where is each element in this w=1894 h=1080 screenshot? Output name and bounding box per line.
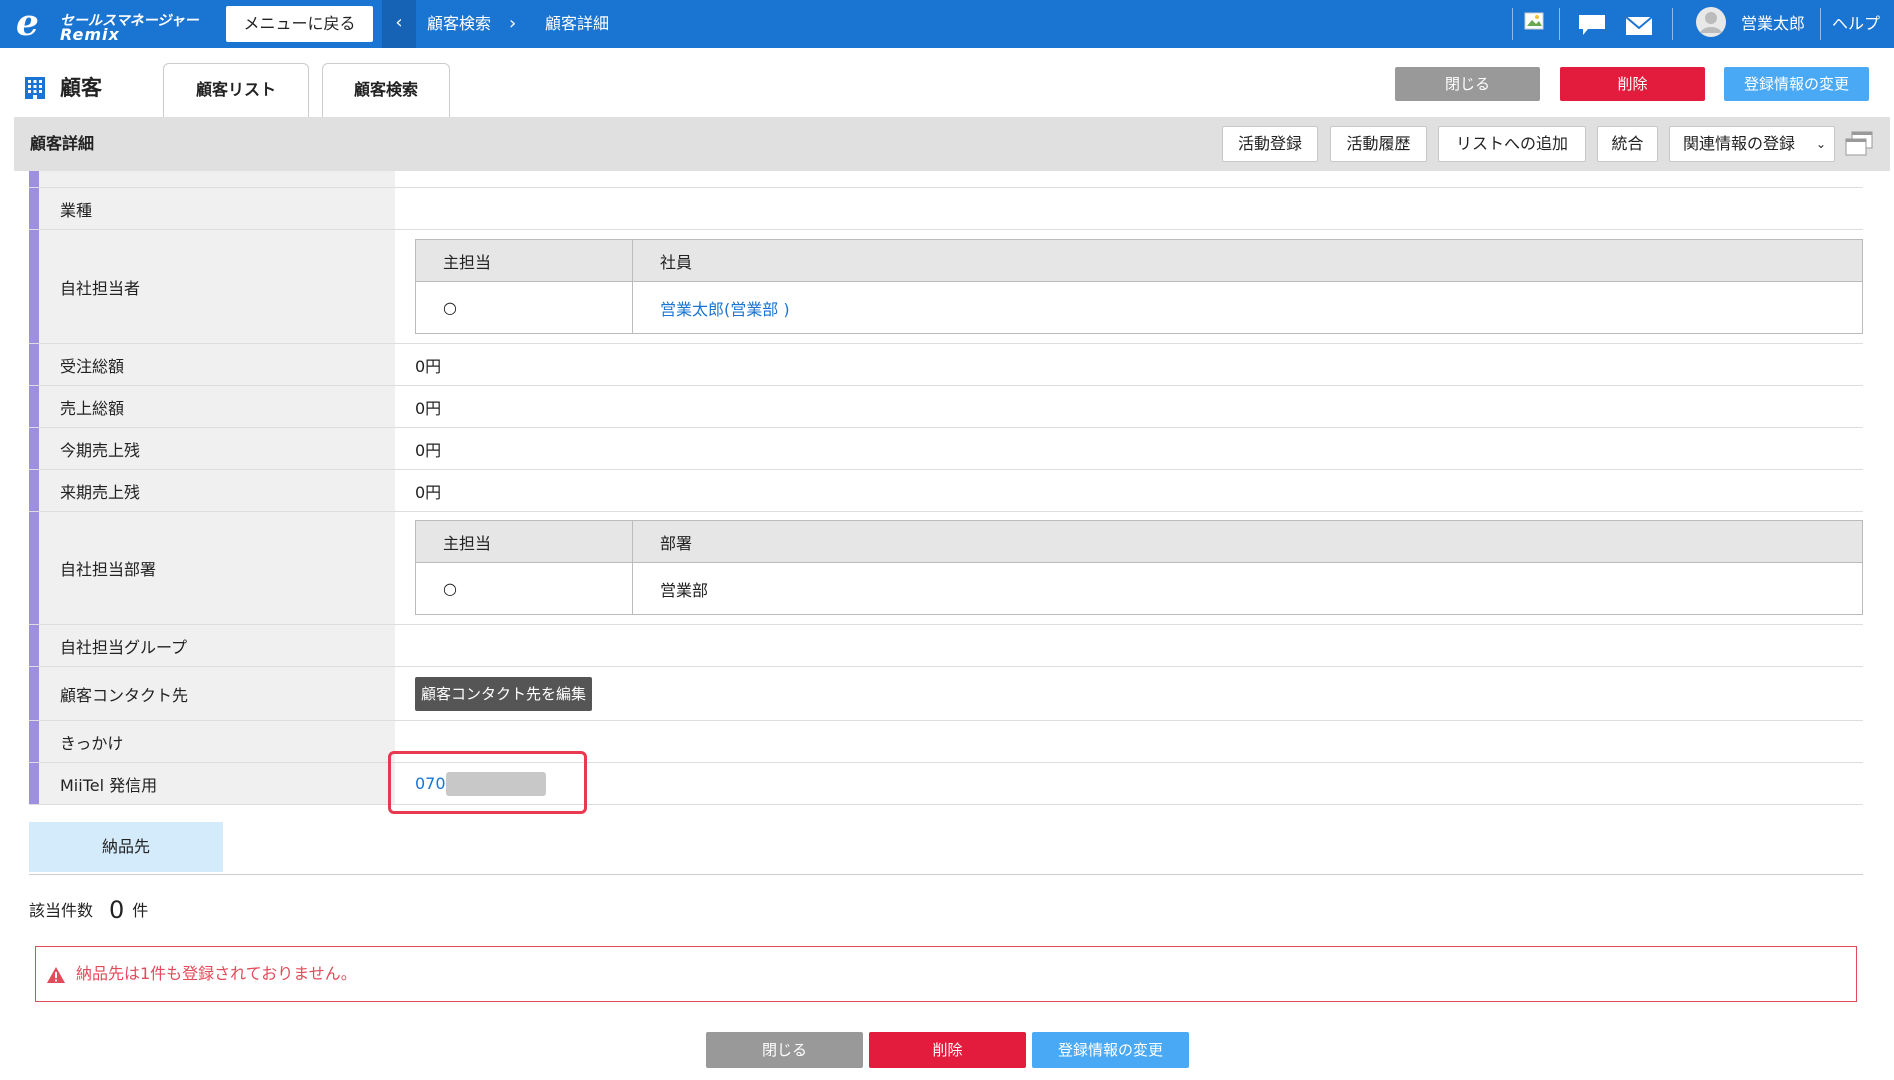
help-link[interactable]: ヘルプ — [1832, 0, 1880, 48]
breadcrumb-customer-detail: 顧客詳細 — [545, 14, 610, 33]
footer-edit-registration-button[interactable]: 登録情報の変更 — [1032, 1032, 1189, 1068]
topbar-divider — [1559, 8, 1560, 40]
detail-row-miitel: MiiTel 発信用 070 — [29, 763, 1863, 805]
row-label: 自社担当者 — [29, 230, 395, 343]
back-to-menu-button[interactable]: メニューに戻る — [226, 6, 373, 42]
page-title: 顧客 — [60, 76, 102, 100]
column-header-department: 部署 — [660, 533, 693, 553]
footer-close-button[interactable]: 閉じる — [706, 1032, 863, 1068]
column-header-primary: 主担当 — [416, 521, 633, 562]
footer-delete-button[interactable]: 削除 — [869, 1032, 1026, 1068]
activity-history-button[interactable]: 活動履歴 — [1330, 126, 1427, 162]
merge-button[interactable]: 統合 — [1597, 126, 1658, 162]
department-table-header: 主担当 部署 — [416, 521, 1862, 563]
count-label: 該当件数 — [29, 901, 94, 920]
edit-contact-button[interactable]: 顧客コンタクト先を編集 — [415, 676, 593, 711]
row-label: 今期売上残 — [29, 428, 395, 469]
table-row: ○ 営業太郎(営業部 ) — [416, 282, 1862, 333]
tab-customer-list[interactable]: 顧客リスト — [163, 63, 309, 117]
column-header-employee: 社員 — [660, 252, 693, 272]
logo-line2: Remix — [60, 25, 120, 44]
chevron-down-icon: ⌄ — [1815, 137, 1826, 151]
detail-row-industry: 業種 — [29, 188, 1863, 230]
department-cell: 営業部 — [660, 580, 709, 600]
row-label: 顧客コンタクト先 — [29, 667, 395, 720]
row-value — [415, 188, 1863, 229]
chat-icon[interactable] — [1578, 14, 1606, 36]
row-label: 受注総額 — [29, 344, 395, 385]
detail-row-current-term: 今期売上残 0円 — [29, 428, 1863, 470]
row-label: 自社担当グループ — [29, 625, 395, 666]
building-icon — [25, 77, 45, 99]
row-label: MiiTel 発信用 — [29, 763, 395, 804]
row-value: 0円 — [415, 398, 442, 418]
tab-customer-search[interactable]: 顧客検索 — [322, 63, 450, 117]
count-value: 0 — [109, 896, 125, 924]
warning-icon — [47, 967, 65, 983]
empty-alert: 納品先は1件も登録されておりません。 — [35, 946, 1857, 1002]
detail-row-next-term: 来期売上残 0円 — [29, 470, 1863, 512]
breadcrumb-back-icon[interactable]: ‹ — [382, 0, 416, 48]
detail-row-order-total: 受注総額 0円 — [29, 344, 1863, 386]
row-label: きっかけ — [29, 721, 395, 762]
topbar-divider — [1820, 8, 1821, 40]
avatar-icon[interactable] — [1695, 6, 1727, 38]
detail-row-group: 自社担当グループ — [29, 625, 1863, 667]
result-count: 該当件数 0 件 — [29, 895, 148, 926]
top-bar: e セールスマネージャー Remix メニューに戻る ‹ 顧客検索 › 顧客詳細… — [0, 0, 1894, 48]
row-value — [415, 625, 1863, 666]
primary-mark: ○ — [416, 282, 633, 333]
row-value: 0円 — [415, 440, 442, 460]
employee-link[interactable]: 営業太郎(営業部 ) — [660, 296, 790, 320]
row-value — [415, 721, 1863, 762]
broken-image-icon[interactable] — [1524, 10, 1546, 32]
mail-icon[interactable] — [1625, 16, 1653, 36]
breadcrumb-customer-search[interactable]: 顧客検索 — [427, 0, 491, 48]
user-name-link[interactable]: 営業太郎 — [1741, 0, 1805, 48]
alert-message: 納品先は1件も登録されておりません。 — [76, 964, 357, 983]
highlight-box — [388, 751, 587, 814]
tab-delivery-destination[interactable]: 納品先 — [29, 822, 223, 872]
edit-registration-button[interactable]: 登録情報の変更 — [1724, 67, 1869, 101]
activity-register-button[interactable]: 活動登録 — [1222, 126, 1318, 162]
related-info-label: 関連情報の登録 — [1683, 134, 1796, 153]
row-value: 0円 — [415, 356, 442, 376]
detail-row-contact: 顧客コンタクト先 顧客コンタクト先を編集 — [29, 667, 1863, 721]
count-unit: 件 — [132, 901, 149, 920]
add-to-list-button[interactable]: リストへの追加 — [1438, 126, 1586, 162]
divider — [29, 874, 1863, 875]
new-window-icon[interactable] — [1844, 131, 1874, 157]
logo-e-mark: e — [16, 2, 39, 44]
detail-row-partial — [29, 171, 1863, 188]
detail-row-trigger: きっかけ — [29, 721, 1863, 763]
primary-mark: ○ — [416, 563, 633, 614]
detail-row-sales-total: 売上総額 0円 — [29, 386, 1863, 428]
section-header: 顧客詳細 活動登録 活動履歴 リストへの追加 統合 関連情報の登録 ⌄ — [14, 117, 1890, 171]
delete-button[interactable]: 削除 — [1560, 67, 1705, 101]
table-row: ○ 営業部 — [416, 563, 1862, 614]
row-value: 070 — [415, 763, 1863, 804]
column-header-primary: 主担当 — [416, 240, 633, 281]
row-label: 来期売上残 — [29, 470, 395, 511]
row-label: 売上総額 — [29, 386, 395, 427]
topbar-divider — [1512, 8, 1513, 40]
topbar-divider — [1672, 8, 1673, 40]
employee-cell: 営業太郎(営業部 ) — [633, 282, 1862, 333]
staff-table-header: 主担当 社員 — [416, 240, 1862, 282]
app-logo[interactable]: e セールスマネージャー Remix — [16, 2, 212, 44]
row-label: 業種 — [29, 188, 395, 229]
row-label-partial — [29, 171, 395, 187]
row-label: 自社担当部署 — [29, 512, 395, 624]
staff-table: 主担当 社員 ○ 営業太郎(営業部 ) — [415, 239, 1863, 334]
chevron-right-icon: › — [509, 13, 517, 34]
related-info-dropdown[interactable]: 関連情報の登録 ⌄ — [1669, 126, 1835, 162]
row-value: 顧客コンタクト先を編集 — [415, 667, 1863, 720]
row-value: 0円 — [415, 482, 442, 502]
department-table: 主担当 部署 ○ 営業部 — [415, 520, 1863, 615]
section-title: 顧客詳細 — [30, 134, 95, 153]
close-button[interactable]: 閉じる — [1395, 67, 1540, 101]
